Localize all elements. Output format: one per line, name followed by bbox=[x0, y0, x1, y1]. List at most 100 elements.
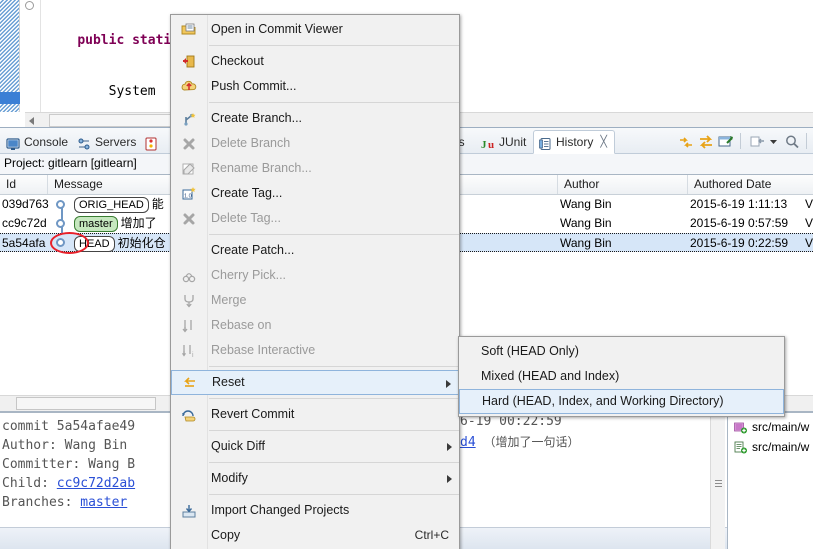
cell-date: 2015-6-19 1:11:13 bbox=[690, 197, 788, 211]
detail-label: Branches: bbox=[2, 495, 81, 510]
file-path: src/main/w bbox=[752, 420, 810, 434]
menu-item-copy[interactable]: Copy Ctrl+C bbox=[171, 523, 459, 548]
svg-text:J: J bbox=[481, 139, 487, 151]
scroll-left-icon[interactable] bbox=[29, 117, 34, 125]
editor-ruler-marker bbox=[0, 92, 20, 104]
cell-trailing: V bbox=[805, 236, 813, 250]
detail-label: Author: bbox=[2, 438, 65, 453]
submenu-item-label: Soft (HEAD Only) bbox=[481, 344, 579, 358]
detail-vertical-scrollbar[interactable] bbox=[710, 412, 725, 549]
list-item[interactable]: src/main/w bbox=[728, 437, 813, 457]
menu-item-create-branch[interactable]: Create Branch... bbox=[171, 106, 459, 131]
menu-separator bbox=[209, 462, 459, 463]
menu-item-delete-tag: Delete Tag... bbox=[171, 206, 459, 231]
menu-item-import-changed-projects[interactable]: Import Changed Projects bbox=[171, 498, 459, 523]
folder-add-icon bbox=[734, 420, 747, 434]
link-editor-icon[interactable] bbox=[718, 134, 733, 148]
svg-text:u: u bbox=[488, 139, 494, 151]
filter-icon[interactable] bbox=[749, 134, 764, 148]
menu-item-open-in-commit-viewer[interactable]: Open in Commit Viewer bbox=[171, 17, 459, 42]
fold-collapse-icon[interactable] bbox=[25, 1, 34, 10]
tab-junit[interactable]: Ju JUnit bbox=[477, 130, 533, 154]
cherry-pick-icon bbox=[181, 268, 197, 284]
menu-separator bbox=[209, 234, 459, 235]
detail-overlay-note: （增加了一句话） bbox=[483, 435, 580, 449]
checkout-icon bbox=[181, 54, 197, 70]
editor-overview-ruler[interactable] bbox=[0, 0, 20, 112]
menu-separator bbox=[209, 45, 459, 46]
branch-link[interactable]: master bbox=[80, 495, 127, 510]
reset-submenu[interactable]: Soft (HEAD Only) Mixed (HEAD and Index) … bbox=[458, 336, 785, 417]
cell-trailing: V bbox=[805, 216, 813, 230]
menu-item-accelerator: Ctrl+C bbox=[414, 528, 449, 542]
commit-viewer-icon bbox=[181, 22, 197, 38]
commit-graph-node bbox=[56, 200, 65, 209]
rebase-on-icon bbox=[181, 318, 197, 334]
submenu-item-label: Hard (HEAD, Index, and Working Directory… bbox=[482, 394, 724, 408]
submenu-item-soft[interactable]: Soft (HEAD Only) bbox=[459, 339, 784, 364]
menu-item-checkout[interactable]: Checkout bbox=[171, 49, 459, 74]
menu-item-push-commit[interactable]: Push Commit... bbox=[171, 74, 459, 99]
column-header-id[interactable]: Id bbox=[0, 175, 48, 194]
detail-value: Wang Bin bbox=[64, 438, 128, 453]
column-header-author[interactable]: Author bbox=[558, 175, 688, 194]
modify-icon bbox=[181, 471, 197, 487]
detail-label: Child: bbox=[2, 476, 57, 491]
column-header-authored-date[interactable]: Authored Date bbox=[688, 175, 813, 194]
tab-label: Servers bbox=[95, 135, 137, 149]
child-commit-link[interactable]: cc9c72d2ab bbox=[57, 476, 135, 491]
changed-files-list[interactable]: in/ja src/main/w src/main/w bbox=[727, 412, 813, 549]
menu-item-label: Import Changed Projects bbox=[211, 503, 350, 517]
cell-trailing: V bbox=[805, 197, 813, 211]
menu-item-reset[interactable]: Reset bbox=[171, 370, 459, 395]
refresh-icon[interactable] bbox=[698, 134, 713, 149]
menu-item-quick-diff[interactable]: Quick Diff bbox=[171, 434, 459, 459]
create-patch-icon bbox=[181, 243, 197, 259]
chevron-right-icon bbox=[447, 443, 452, 451]
menu-item-create-tag[interactable]: 1.0 Create Tag... bbox=[171, 181, 459, 206]
menu-item-label: Delete Tag... bbox=[211, 211, 281, 225]
menu-item-create-patch[interactable]: Create Patch... bbox=[171, 238, 459, 263]
tab-label: History bbox=[556, 135, 594, 149]
editor-folding-gutter[interactable] bbox=[21, 0, 41, 112]
menu-item-label: Merge bbox=[211, 293, 247, 307]
menu-item-revert-commit[interactable]: Revert Commit bbox=[171, 402, 459, 427]
menu-item-merge: Merge bbox=[171, 288, 459, 313]
submenu-item-mixed[interactable]: Mixed (HEAD and Index) bbox=[459, 364, 784, 389]
cell-date: 2015-6-19 0:22:59 bbox=[690, 236, 789, 250]
scrollbar-grip bbox=[715, 480, 722, 488]
tab-label: JUnit bbox=[499, 135, 527, 149]
compare-mode-icon[interactable] bbox=[678, 134, 692, 148]
tab-console[interactable]: Console bbox=[2, 130, 75, 154]
tab-problems[interactable] bbox=[140, 130, 165, 154]
menu-item-modify[interactable]: Modify bbox=[171, 466, 459, 491]
menu-separator bbox=[209, 398, 459, 399]
search-icon[interactable] bbox=[784, 134, 799, 149]
tab-history[interactable]: History ╳ bbox=[533, 130, 615, 154]
list-item[interactable]: src/main/w bbox=[728, 417, 813, 437]
menu-item-label: Rebase on bbox=[211, 318, 272, 332]
menu-item-label: Create Tag... bbox=[211, 186, 283, 200]
submenu-item-hard[interactable]: Hard (HEAD, Index, and Working Directory… bbox=[459, 389, 784, 414]
detail-overlay-link[interactable]: d4 bbox=[460, 435, 476, 450]
close-icon[interactable]: ╳ bbox=[600, 130, 607, 154]
create-branch-icon bbox=[181, 111, 197, 127]
toolbar-separator bbox=[806, 133, 807, 149]
cell-author: Wang Bin bbox=[560, 236, 612, 250]
cell-author: Wang Bin bbox=[560, 197, 612, 211]
menu-item-label: Create Branch... bbox=[211, 111, 303, 125]
tab-servers[interactable]: Servers bbox=[73, 130, 143, 154]
menu-item-cherry-pick: Cherry Pick... bbox=[171, 263, 459, 288]
detail-label: Committer: bbox=[2, 457, 89, 472]
code-text: System bbox=[46, 84, 156, 99]
menu-item-rename-branch: Rename Branch... bbox=[171, 156, 459, 181]
cell-id: 039d763 bbox=[2, 197, 49, 211]
svg-text:i: i bbox=[192, 352, 194, 359]
context-menu[interactable]: Open in Commit Viewer Checkout Push Comm… bbox=[170, 14, 460, 549]
menu-separator bbox=[209, 494, 459, 495]
menu-item-label: Open in Commit Viewer bbox=[211, 22, 343, 36]
menu-item-label: Rebase Interactive bbox=[211, 343, 316, 357]
scrollbar-thumb[interactable] bbox=[16, 397, 156, 410]
cell-id: cc9c72d bbox=[2, 216, 47, 230]
filter-dropdown-icon[interactable] bbox=[769, 134, 778, 148]
